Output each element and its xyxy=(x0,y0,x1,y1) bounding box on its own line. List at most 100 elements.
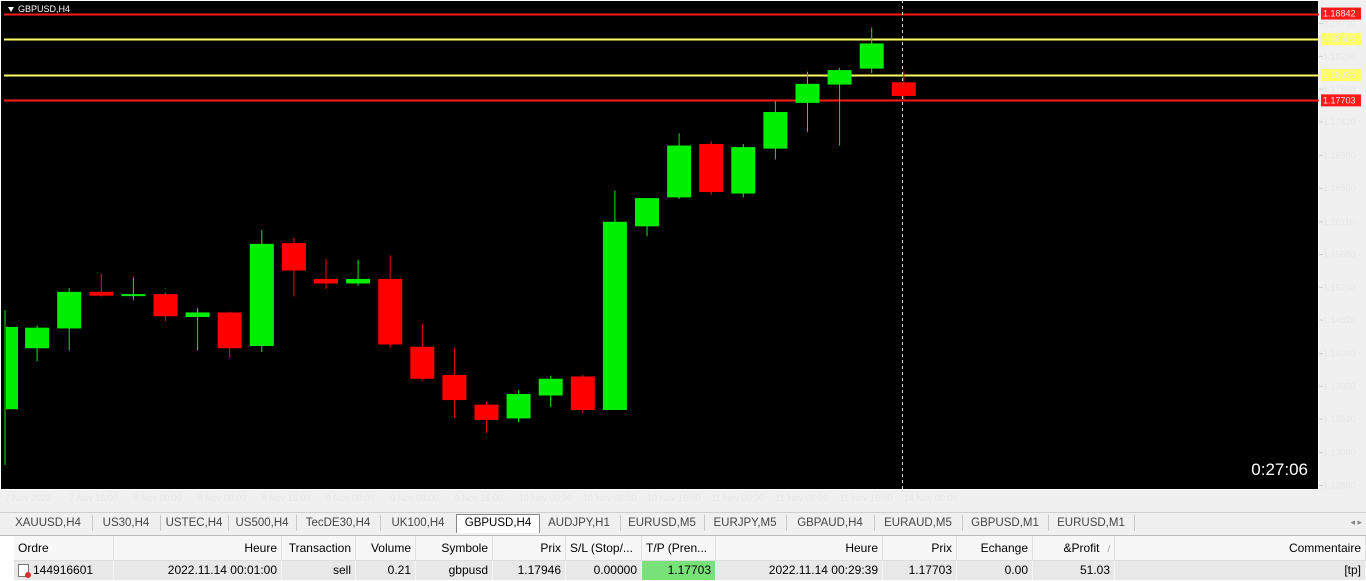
x-tick-label: 10 Nov 08:00 xyxy=(583,493,637,503)
tab-tecde30-h4[interactable]: TecDE30,H4 xyxy=(296,515,381,531)
column-header-3[interactable]: Volume xyxy=(356,536,416,560)
y-tick-label: 1.17850 xyxy=(1323,84,1356,94)
tab-audjpy-h1[interactable]: AUDJPY,H1 xyxy=(538,515,621,531)
tab-us500-h4[interactable]: US500,H4 xyxy=(228,515,297,531)
tab-gbpusd-h4[interactable]: GBPUSD,H4 xyxy=(456,514,540,533)
candle-body xyxy=(602,221,627,410)
candle-body xyxy=(859,43,884,69)
column-header-2[interactable]: Transaction xyxy=(282,536,356,560)
y-tick-label: 1.16110 xyxy=(1323,217,1355,227)
cell-symbole: gbpusd xyxy=(416,561,493,580)
chart-window[interactable]: 1.18710 1.18280 1.17850 1.17420 1.16980 1.165… xyxy=(0,0,1366,508)
candle-body xyxy=(667,145,692,198)
candle-body xyxy=(731,147,756,194)
candle-body xyxy=(891,82,916,97)
level-price-label: 1.17703 xyxy=(1323,95,1356,105)
column-header-9[interactable]: Prix xyxy=(883,536,957,560)
tab-uk100-h4[interactable]: UK100,H4 xyxy=(380,515,457,531)
tab-xauusd-h4[interactable]: XAUUSD,H4 xyxy=(4,515,93,531)
candle-body xyxy=(281,243,306,271)
column-header-4[interactable]: Symbole xyxy=(416,536,493,560)
y-tick-label: 1.14380 xyxy=(1323,349,1356,359)
column-header-5[interactable]: Prix xyxy=(493,536,566,560)
candle-body xyxy=(25,327,50,349)
x-tick-label: 8 Nov 16:00 xyxy=(262,493,311,503)
cell-transaction: sell xyxy=(282,561,356,580)
chart-symbol-label: GBPUSD,H4 xyxy=(18,4,71,14)
x-tick-label: 7 Nov 2022 xyxy=(5,493,51,503)
level-price-label: 1.18506 xyxy=(1323,34,1356,44)
bar-countdown-timer: 0:27:06 xyxy=(1251,460,1308,479)
cell-volume: 0.21 xyxy=(356,561,416,580)
x-tick-label: 11 Nov 08:00 xyxy=(775,493,828,503)
chart-tabs-bar: XAUUSD,H4 US30,H4 USTEC,H4 US500,H4 TecDE30,… xyxy=(0,512,1366,533)
tab-eurusd-m1[interactable]: EURUSD,M1 xyxy=(1048,515,1135,531)
column-header-12[interactable]: Commentaire xyxy=(1115,536,1366,560)
candle-body xyxy=(121,294,146,297)
candle-body xyxy=(474,404,499,420)
column-header-8[interactable]: Heure xyxy=(716,536,883,560)
candle-body xyxy=(57,291,82,329)
cell-echange: 0.00 xyxy=(957,561,1033,580)
y-tick-label: 1.12650 xyxy=(1323,480,1356,490)
candle-body xyxy=(506,393,531,419)
candle-body xyxy=(538,378,563,396)
candle-body xyxy=(217,312,242,349)
tab-gbpaud-h4[interactable]: GBPAUD,H4 xyxy=(786,515,875,531)
candle-body xyxy=(314,278,338,284)
y-tick-label: 1.14820 xyxy=(1323,315,1356,325)
tab-eurusd-m5[interactable]: EURUSD,M5 xyxy=(620,515,705,531)
column-header-0[interactable]: Ordre xyxy=(14,536,114,560)
tab-us30-h4[interactable]: US30,H4 xyxy=(92,515,161,531)
level-price-label: 1.18035 xyxy=(1323,70,1356,80)
candle-body xyxy=(89,291,114,296)
x-tick-label: 7 Nov 16:00 xyxy=(69,493,118,503)
plot-border xyxy=(0,0,1319,490)
candle-body xyxy=(6,326,18,410)
candle-body xyxy=(763,112,788,149)
x-tick-label: 8 Nov 08:00 xyxy=(198,493,247,503)
column-header-1[interactable]: Heure xyxy=(114,536,282,560)
tab-eurjpy-m5[interactable]: EURJPY,M5 xyxy=(704,515,787,531)
column-header-10[interactable]: Echange xyxy=(957,536,1033,560)
level-price-label: 1.18842 xyxy=(1323,9,1356,19)
x-tick-label: 10 Nov 16:00 xyxy=(647,493,701,503)
order-number: 144916601 xyxy=(33,563,94,577)
x-tick-label: 10 Nov 00:00 xyxy=(519,493,573,503)
x-tick-label: 11 Nov 00:00 xyxy=(711,493,764,503)
candle-body xyxy=(410,346,435,379)
tab-euraud-m5[interactable]: EURAUD,M5 xyxy=(874,515,963,531)
y-tick-label: 1.16550 xyxy=(1323,183,1356,193)
candle-body xyxy=(699,144,724,193)
column-header-11[interactable]: &Profit / xyxy=(1033,536,1115,560)
column-header-6[interactable]: S/L (Stop/... xyxy=(566,536,642,560)
column-header-7[interactable]: T/P (Pren... xyxy=(642,536,716,560)
table-header-row: Ordre Heure Transaction Volume Symbole Prix S/… xyxy=(14,536,1366,561)
candle-body xyxy=(249,243,274,346)
candle-body xyxy=(635,198,659,227)
chart-title: GBPUSD,H4 xyxy=(8,4,70,14)
closed-order-icon xyxy=(18,564,31,579)
candle-body xyxy=(153,294,178,317)
cell-heure: 2022.11.14 00:01:00 xyxy=(114,561,282,580)
y-tick-label: 1.15680 xyxy=(1323,250,1356,260)
cell-ordre: 144916601 xyxy=(14,561,114,580)
tab-scroll-arrows-icon[interactable]: ◂ ▸ xyxy=(1350,517,1362,528)
table-row[interactable]: 144916601 2022.11.14 00:01:00 sell 0.21 gbpu… xyxy=(14,561,1366,580)
candle-body xyxy=(827,70,852,85)
terminal-history-table: Ordre Heure Transaction Volume Symbole Prix S/… xyxy=(0,535,1366,581)
x-tick-label: 9 Nov 16:00 xyxy=(454,493,503,503)
cell-prix-close: 1.17703 xyxy=(883,561,957,580)
cell-prix: 1.17946 xyxy=(493,561,566,580)
candle-body xyxy=(795,83,820,103)
chart-menu-triangle-icon[interactable] xyxy=(8,7,14,13)
y-tick-label: 1.18710 xyxy=(1323,19,1356,29)
x-tick-label: 9 Nov 08:00 xyxy=(390,493,439,503)
y-tick-label: 1.18280 xyxy=(1323,51,1356,61)
cell-commentaire: [tp] xyxy=(1115,561,1366,580)
candle-body xyxy=(378,278,403,345)
y-tick-label: 1.17420 xyxy=(1323,117,1356,127)
tab-gbpusd-m1[interactable]: GBPUSD,M1 xyxy=(962,515,1049,531)
tab-ustec-h4[interactable]: USTEC,H4 xyxy=(160,515,229,531)
y-tick-label: 1.13950 xyxy=(1323,381,1356,391)
